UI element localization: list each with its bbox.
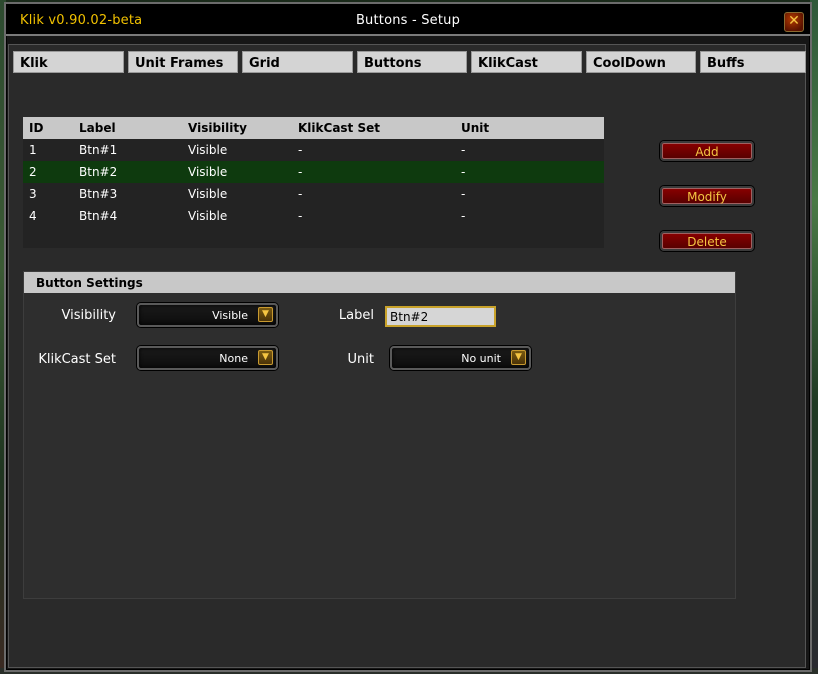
chevron-down-icon[interactable]: ▼ — [258, 350, 273, 365]
column-header-label[interactable]: Label — [79, 121, 116, 135]
unit-label: Unit — [347, 352, 374, 367]
row-label: Btn#2 — [79, 165, 118, 179]
unit-dropdown[interactable]: No unit ▼ — [390, 346, 531, 370]
settings-header: Button Settings — [24, 272, 735, 293]
add-button[interactable]: Add — [660, 141, 754, 161]
setup-window: Klik v0.90.02-beta Buttons - Setup ✕ Kli… — [4, 2, 812, 672]
buttons-table: ID Label Visibility KlikCast Set Unit 1 … — [23, 117, 604, 248]
tab-bar: Klik Unit Frames Grid Buttons KlikCast C… — [13, 51, 809, 73]
row-id: 2 — [29, 165, 37, 179]
close-icon: ✕ — [788, 13, 800, 29]
label-input[interactable] — [385, 306, 496, 327]
title-bar[interactable]: Klik v0.90.02-beta Buttons - Setup ✕ — [6, 4, 810, 36]
column-header-unit[interactable]: Unit — [461, 121, 489, 135]
visibility-dropdown[interactable]: Visible ▼ — [137, 303, 278, 327]
klikcast-set-label: KlikCast Set — [38, 352, 116, 367]
table-row[interactable]: 1 Btn#1 Visible - - — [23, 139, 604, 161]
chevron-down-icon[interactable]: ▼ — [511, 350, 526, 365]
button-settings-panel: Button Settings Visibility Visible ▼ Lab… — [23, 271, 736, 599]
tab-unit-frames[interactable]: Unit Frames — [128, 51, 238, 73]
tab-klik[interactable]: Klik — [13, 51, 124, 73]
table-row[interactable]: 4 Btn#4 Visible - - — [23, 205, 604, 227]
row-visibility: Visible — [188, 165, 228, 179]
column-header-visibility[interactable]: Visibility — [188, 121, 247, 135]
klikcast-set-value: None — [219, 352, 248, 365]
chevron-down-icon[interactable]: ▼ — [258, 307, 273, 322]
row-visibility: Visible — [188, 209, 228, 223]
row-klikcast-set: - — [298, 165, 303, 179]
row-klikcast-set: - — [298, 209, 303, 223]
row-id: 1 — [29, 143, 37, 157]
column-header-klikcast-set[interactable]: KlikCast Set — [298, 121, 380, 135]
label-field-label: Label — [338, 308, 374, 323]
row-visibility: Visible — [188, 187, 228, 201]
row-id: 4 — [29, 209, 37, 223]
table-header: ID Label Visibility KlikCast Set Unit — [23, 117, 604, 139]
window-title: Buttons - Setup — [355, 13, 461, 28]
tab-klikcast[interactable]: KlikCast — [471, 51, 582, 73]
table-row-selected[interactable]: 2 Btn#2 Visible - - — [23, 161, 604, 183]
column-header-id[interactable]: ID — [29, 121, 43, 135]
row-label: Btn#1 — [79, 143, 118, 157]
row-visibility: Visible — [188, 143, 228, 157]
tab-grid[interactable]: Grid — [242, 51, 353, 73]
visibility-label: Visibility — [61, 308, 116, 323]
tab-buttons[interactable]: Buttons — [357, 51, 467, 73]
modify-button[interactable]: Modify — [660, 186, 754, 206]
klikcast-set-dropdown[interactable]: None ▼ — [137, 346, 278, 370]
settings-title: Button Settings — [36, 276, 143, 290]
row-klikcast-set: - — [298, 187, 303, 201]
row-label: Btn#3 — [79, 187, 118, 201]
row-unit: - — [461, 165, 466, 179]
row-unit: - — [461, 143, 466, 157]
row-label: Btn#4 — [79, 209, 118, 223]
row-klikcast-set: - — [298, 143, 303, 157]
unit-value: No unit — [461, 352, 501, 365]
row-id: 3 — [29, 187, 37, 201]
table-row[interactable]: 3 Btn#3 Visible - - — [23, 183, 604, 205]
tab-buffs[interactable]: Buffs — [700, 51, 806, 73]
delete-button[interactable]: Delete — [660, 231, 754, 251]
visibility-value: Visible — [212, 309, 248, 322]
close-button[interactable]: ✕ — [784, 12, 804, 32]
row-unit: - — [461, 187, 466, 201]
tab-cooldown[interactable]: CoolDown — [586, 51, 696, 73]
content-area: Klik Unit Frames Grid Buttons KlikCast C… — [8, 44, 806, 668]
row-unit: - — [461, 209, 466, 223]
